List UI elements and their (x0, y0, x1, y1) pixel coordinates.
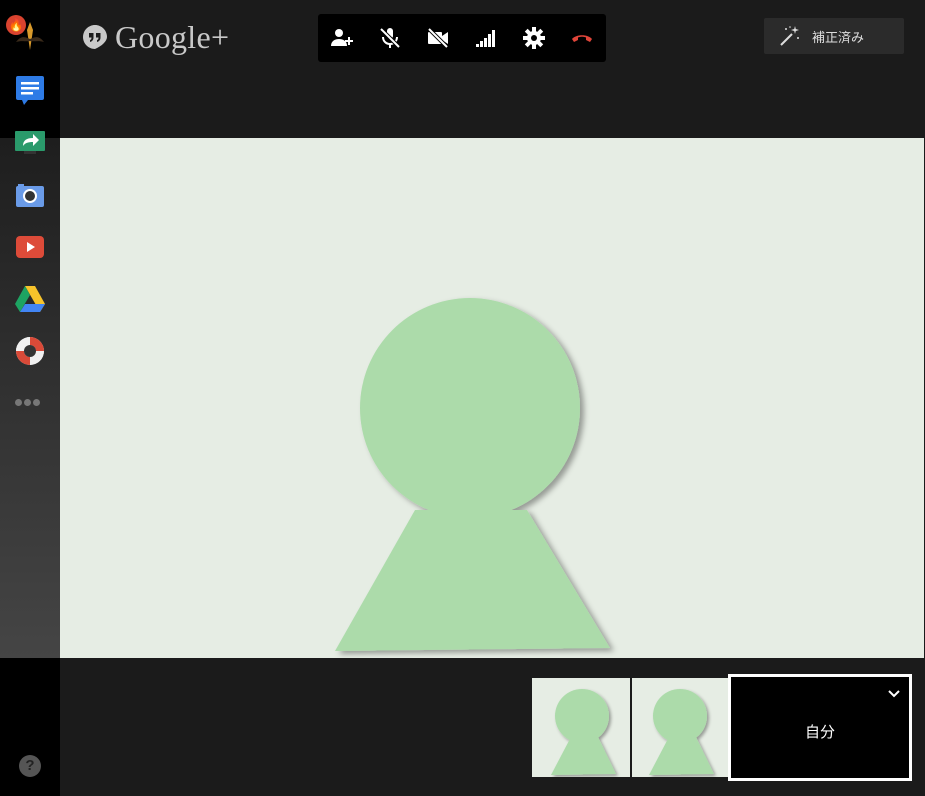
toolbox-app-icon[interactable] (14, 335, 46, 367)
self-view-tile[interactable]: 自分 (728, 674, 912, 781)
camera-icon (16, 184, 44, 207)
invite-people-button[interactable] (318, 14, 366, 62)
help-icon[interactable]: ? (19, 755, 41, 777)
enhance-label: 補正済み (812, 29, 865, 45)
google-plus-logo: Google+ (82, 17, 229, 57)
participant-thumbnail[interactable] (632, 678, 730, 777)
videocam-off-icon (427, 27, 449, 49)
signal-bars-icon (476, 30, 495, 47)
youtube-app-icon[interactable] (14, 231, 46, 263)
participant-avatar-large (335, 298, 610, 651)
app-sidebar: 🔥 ? (0, 0, 60, 796)
gear-icon (523, 27, 545, 49)
phone-hangup-icon (572, 35, 592, 42)
settings-button[interactable] (510, 14, 558, 62)
participant-avatar-small (649, 689, 714, 775)
capture-app-icon[interactable] (14, 179, 46, 211)
person-add-icon (331, 29, 353, 46)
mic-off-icon (379, 27, 401, 49)
main-video (60, 138, 924, 658)
chat-app-icon[interactable] (14, 74, 46, 106)
more-dots-icon[interactable] (15, 393, 45, 409)
youtube-play-icon (16, 236, 44, 258)
chevron-down-icon[interactable] (887, 687, 901, 701)
mute-microphone-button[interactable] (366, 14, 414, 62)
participant-avatar-small (551, 689, 616, 775)
lifebuoy-icon (16, 337, 44, 365)
drive-icon (15, 286, 45, 312)
hang-up-button[interactable] (558, 14, 606, 62)
chat-bubble-icon (16, 76, 44, 105)
self-label: 自分 (804, 724, 835, 741)
bandwidth-button[interactable] (462, 14, 510, 62)
screenshare-icon (15, 131, 45, 154)
enhance-video-button[interactable]: 補正済み (764, 18, 904, 54)
screenshare-app-icon[interactable] (14, 127, 46, 159)
magic-wand-icon (780, 26, 799, 46)
participant-thumbnail[interactable] (532, 678, 630, 777)
logo-text: Google+ (115, 18, 230, 55)
call-toolbar (318, 14, 606, 62)
drive-app-icon[interactable] (14, 283, 46, 315)
hangouts-logo-icon (83, 25, 107, 49)
flame-icon: 🔥 (6, 15, 26, 35)
turn-off-camera-button[interactable] (414, 14, 462, 62)
